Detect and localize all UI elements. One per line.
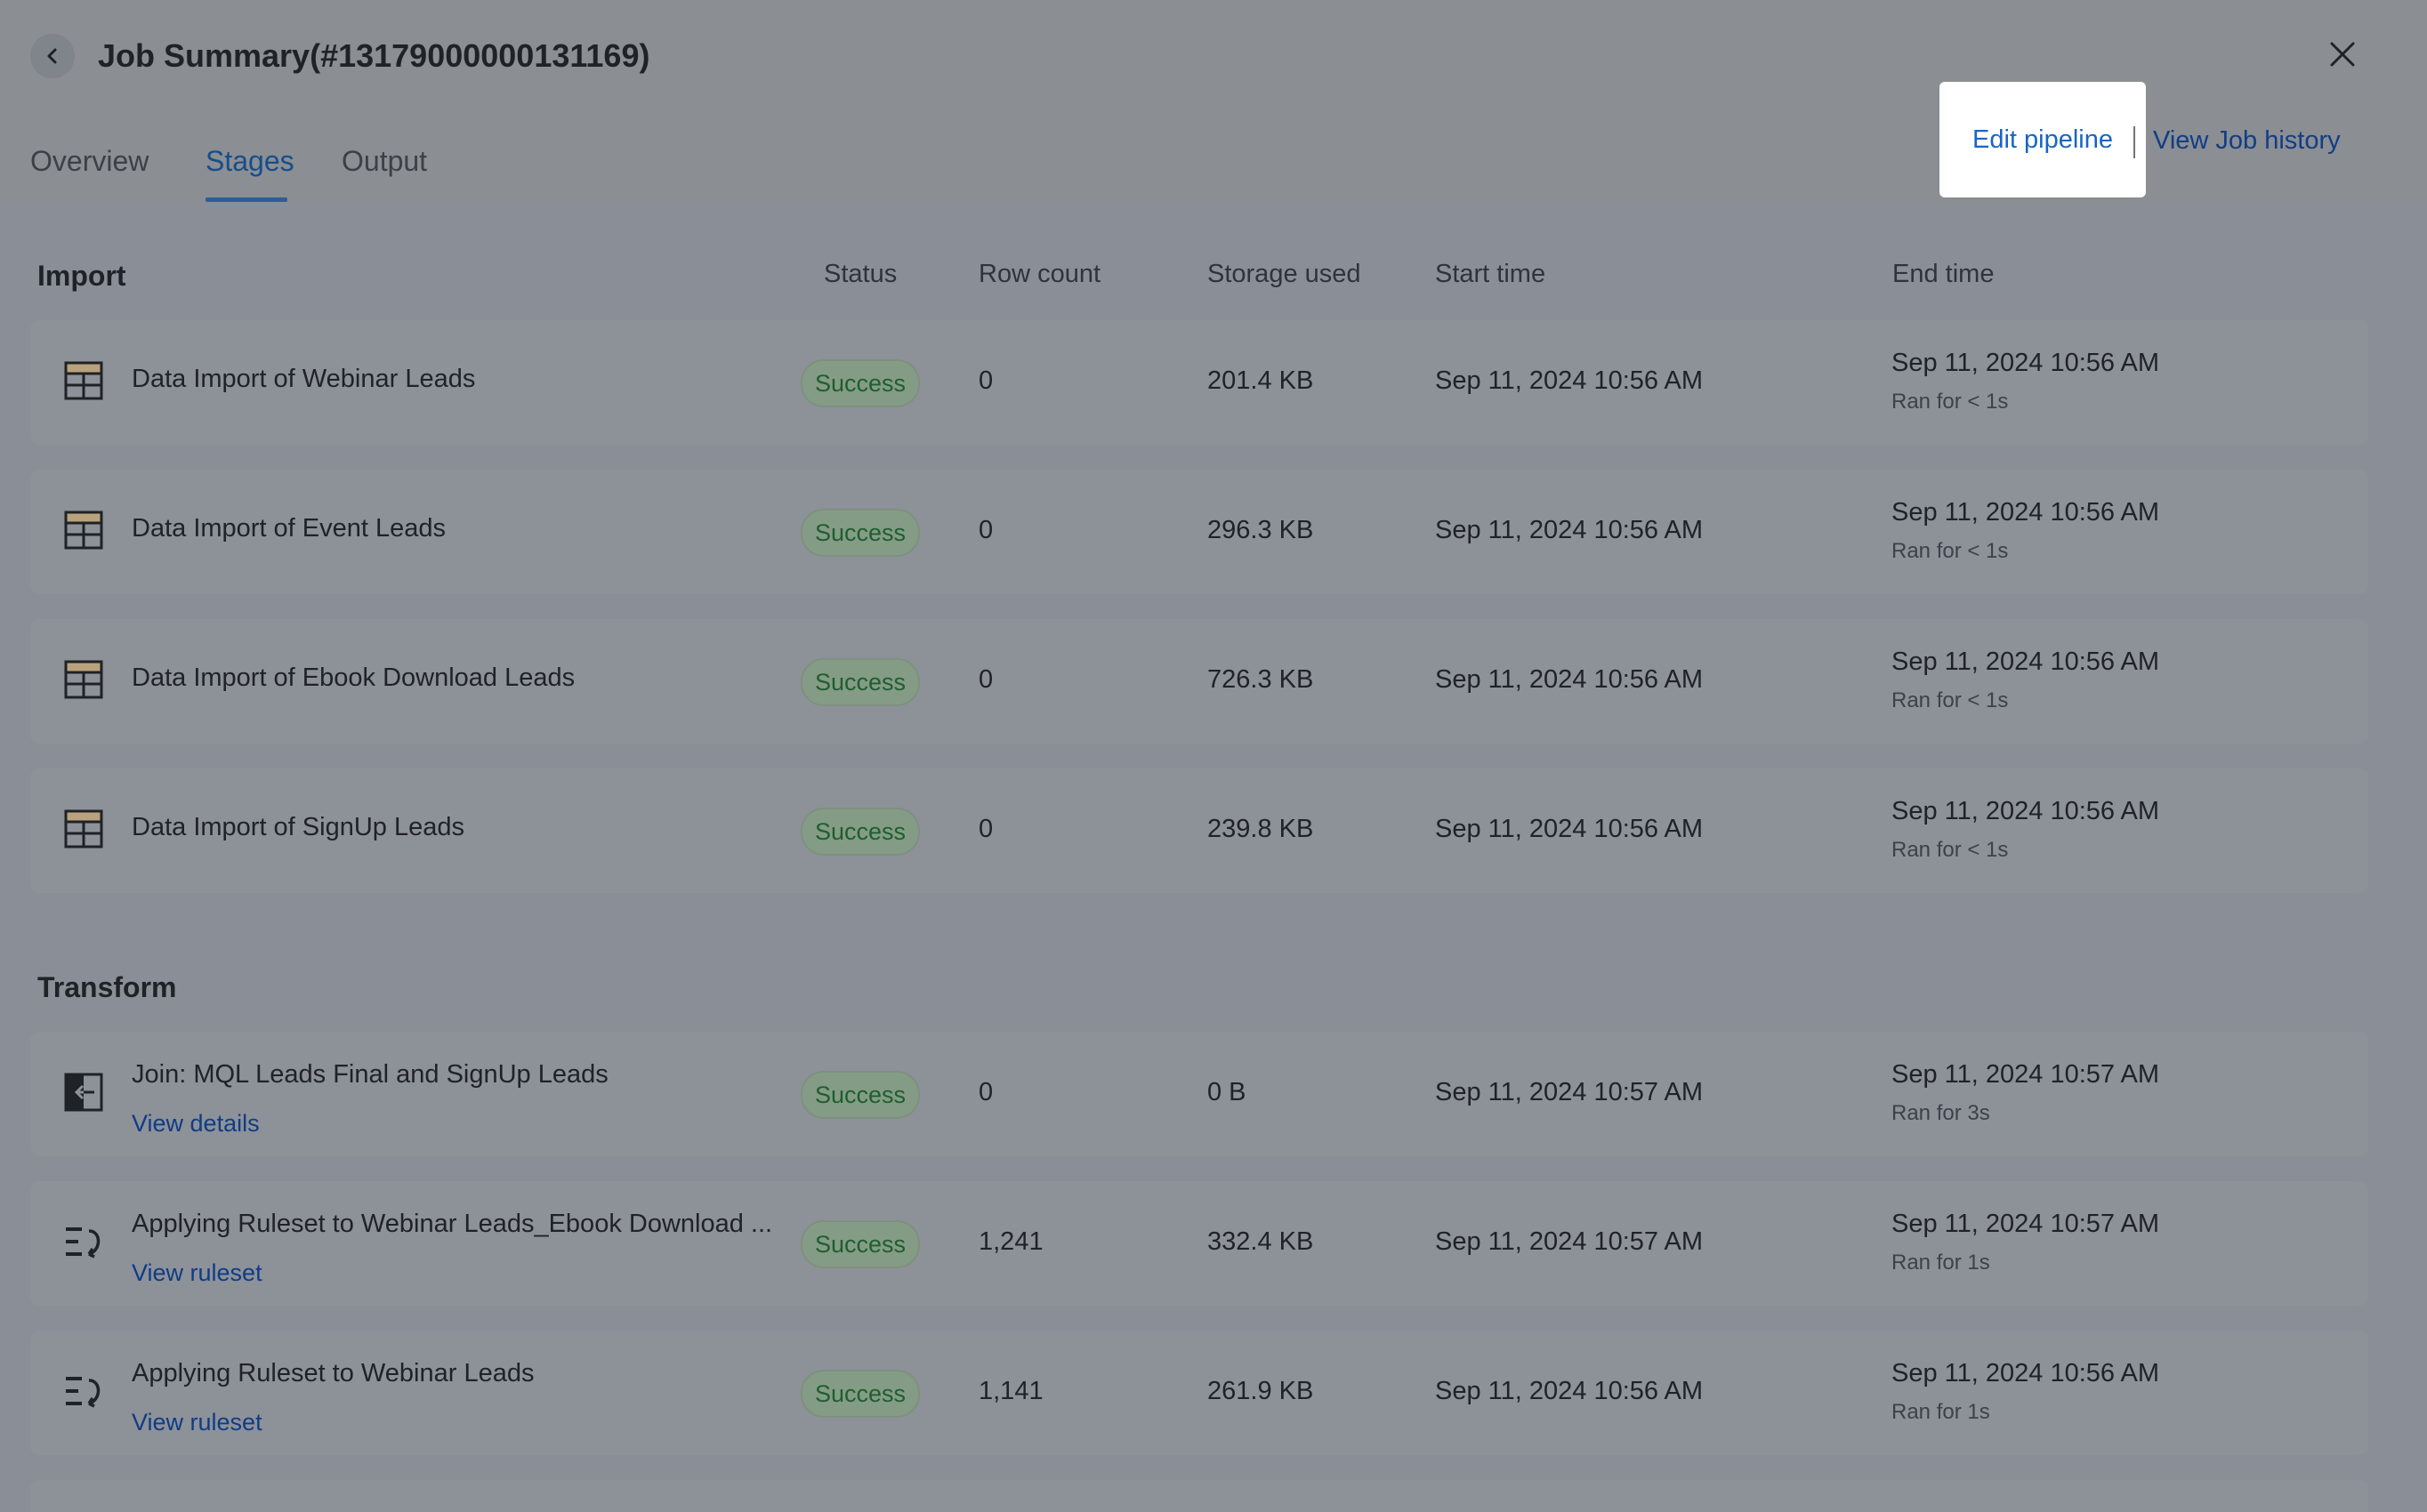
end-time: Sep 11, 2024 10:56 AM bbox=[1891, 349, 2159, 377]
end-time: Sep 11, 2024 10:57 AM bbox=[1891, 1210, 2159, 1238]
back-button[interactable] bbox=[30, 34, 75, 78]
column-header-row-count: Row count bbox=[979, 260, 1101, 288]
job-summary-header: Job Summary(#13179000000131169) Overview… bbox=[0, 0, 2427, 205]
column-header-end-time: End time bbox=[1892, 260, 1995, 288]
duration: Ran for 1s bbox=[1891, 1251, 1990, 1275]
start-time: Sep 11, 2024 10:56 AM bbox=[1435, 665, 1703, 694]
stage-name: Applying Ruleset to Webinar Leads bbox=[132, 1359, 535, 1387]
table-icon bbox=[64, 660, 103, 699]
row-count: 0 bbox=[979, 516, 994, 544]
tab-stages[interactable]: Stages bbox=[206, 142, 294, 180]
stage-row[interactable]: Data Import of SignUp Leads Success 0 23… bbox=[30, 768, 2368, 893]
row-count: 0 bbox=[979, 1078, 994, 1106]
end-time: Sep 11, 2024 10:56 AM bbox=[1891, 1359, 2159, 1387]
start-time: Sep 11, 2024 10:56 AM bbox=[1435, 815, 1703, 843]
stage-name: Join: MQL Leads Final and SignUp Leads bbox=[132, 1060, 609, 1089]
storage-used: 239.8 KB bbox=[1207, 815, 1314, 843]
status-badge: Success bbox=[801, 509, 920, 557]
stage-name: Data Import of Event Leads bbox=[132, 514, 447, 543]
duration: Ran for < 1s bbox=[1891, 838, 2009, 862]
stage-name: Applying Ruleset to Webinar Leads_Ebook … bbox=[132, 1210, 773, 1238]
section-title-transform: Transform bbox=[37, 971, 177, 1003]
duration: Ran for < 1s bbox=[1891, 390, 2009, 414]
end-time: Sep 11, 2024 10:56 AM bbox=[1891, 647, 2159, 676]
view-ruleset-link[interactable]: View ruleset bbox=[132, 1259, 262, 1287]
storage-used: 0 B bbox=[1207, 1078, 1246, 1106]
status-badge: Success bbox=[801, 1071, 920, 1119]
status-badge: Success bbox=[801, 1370, 920, 1418]
stage-row-partial bbox=[30, 1480, 2368, 1512]
start-time: Sep 11, 2024 10:56 AM bbox=[1435, 1377, 1703, 1405]
start-time: Sep 11, 2024 10:57 AM bbox=[1435, 1078, 1703, 1106]
ruleset-icon bbox=[66, 1227, 101, 1259]
tab-overview[interactable]: Overview bbox=[30, 142, 149, 180]
row-count: 0 bbox=[979, 366, 994, 395]
duration: Ran for 3s bbox=[1891, 1101, 1990, 1125]
stage-name: Data Import of Ebook Download Leads bbox=[132, 664, 576, 692]
section-title-import: Import bbox=[37, 260, 126, 292]
storage-used: 726.3 KB bbox=[1207, 665, 1314, 694]
chevron-left-icon bbox=[47, 48, 57, 64]
stage-row[interactable]: Applying Ruleset to Webinar Leads View r… bbox=[30, 1331, 2368, 1455]
end-time: Sep 11, 2024 10:56 AM bbox=[1891, 498, 2159, 527]
storage-used: 332.4 KB bbox=[1207, 1227, 1314, 1256]
row-count: 1,241 bbox=[979, 1227, 1044, 1256]
status-badge: Success bbox=[801, 808, 920, 856]
start-time: Sep 11, 2024 10:56 AM bbox=[1435, 366, 1703, 395]
edit-pipeline-highlight: Edit pipeline bbox=[1939, 82, 2146, 197]
view-job-history-link[interactable]: View Job history bbox=[2153, 126, 2341, 156]
duration: Ran for < 1s bbox=[1891, 539, 2009, 563]
stage-row[interactable]: Data Import of Event Leads Success 0 296… bbox=[30, 470, 2368, 594]
view-details-link[interactable]: View details bbox=[132, 1110, 260, 1138]
view-ruleset-link[interactable]: View ruleset bbox=[132, 1409, 262, 1436]
duration: Ran for 1s bbox=[1891, 1400, 1990, 1424]
column-header-storage-used: Storage used bbox=[1207, 260, 1361, 288]
status-badge: Success bbox=[801, 359, 920, 407]
storage-used: 201.4 KB bbox=[1207, 366, 1314, 395]
column-header-status: Status bbox=[824, 260, 898, 288]
tab-output[interactable]: Output bbox=[342, 142, 427, 180]
table-icon bbox=[64, 361, 103, 400]
page-title: Job Summary(#13179000000131169) bbox=[98, 37, 650, 74]
stage-row[interactable]: Data Import of Webinar Leads Success 0 2… bbox=[30, 320, 2368, 445]
stage-row[interactable]: Applying Ruleset to Webinar Leads_Ebook … bbox=[30, 1181, 2368, 1306]
stage-row[interactable]: Join: MQL Leads Final and SignUp Leads V… bbox=[30, 1032, 2368, 1156]
column-header-start-time: Start time bbox=[1435, 260, 1546, 288]
row-count: 0 bbox=[979, 815, 994, 843]
close-icon bbox=[2330, 42, 2355, 67]
row-count: 1,141 bbox=[979, 1377, 1044, 1405]
link-divider bbox=[2133, 126, 2135, 158]
end-time: Sep 11, 2024 10:57 AM bbox=[1891, 1060, 2159, 1089]
status-badge: Success bbox=[801, 1220, 920, 1268]
storage-used: 296.3 KB bbox=[1207, 516, 1314, 544]
row-count: 0 bbox=[979, 665, 994, 694]
duration: Ran for < 1s bbox=[1891, 688, 2009, 712]
end-time: Sep 11, 2024 10:56 AM bbox=[1891, 797, 2159, 825]
edit-pipeline-link[interactable]: Edit pipeline bbox=[1972, 125, 2113, 155]
start-time: Sep 11, 2024 10:57 AM bbox=[1435, 1227, 1703, 1256]
stage-row[interactable]: Data Import of Ebook Download Leads Succ… bbox=[30, 619, 2368, 744]
close-button[interactable] bbox=[2322, 34, 2363, 75]
stage-name: Data Import of Webinar Leads bbox=[132, 365, 476, 393]
ruleset-icon bbox=[66, 1377, 101, 1408]
join-icon bbox=[64, 1073, 103, 1112]
active-tab-indicator bbox=[206, 197, 287, 202]
table-icon bbox=[64, 511, 103, 550]
stage-name: Data Import of SignUp Leads bbox=[132, 813, 464, 841]
storage-used: 261.9 KB bbox=[1207, 1377, 1314, 1405]
status-badge: Success bbox=[801, 658, 920, 706]
start-time: Sep 11, 2024 10:56 AM bbox=[1435, 516, 1703, 544]
table-icon bbox=[64, 809, 103, 848]
